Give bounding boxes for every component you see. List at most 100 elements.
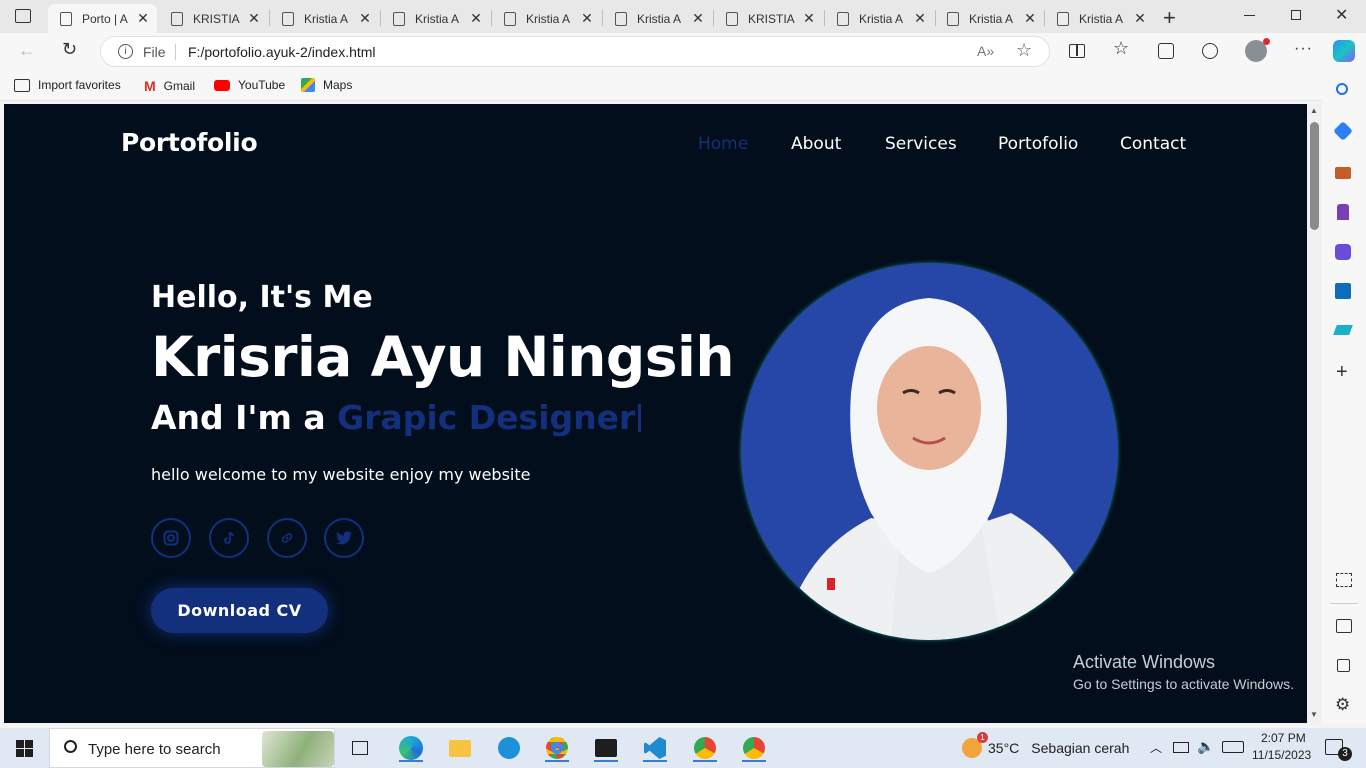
gmail-link[interactable]: M Gmail bbox=[144, 78, 195, 94]
import-favorites-label: Import favorites bbox=[38, 78, 121, 92]
gmail-icon: M bbox=[144, 78, 156, 94]
site-logo[interactable]: Portofolio bbox=[121, 128, 258, 157]
favorite-star-icon[interactable]: ☆ bbox=[1016, 40, 1032, 61]
tab-9[interactable]: Kristia A ✕ bbox=[1045, 4, 1154, 33]
tab-6[interactable]: KRISTIA ✕ bbox=[714, 4, 823, 33]
scroll-up-arrow[interactable]: ▲ bbox=[1310, 106, 1318, 115]
close-tab-icon[interactable]: ✕ bbox=[357, 10, 373, 27]
network-icon[interactable] bbox=[1173, 742, 1189, 753]
tiktok-link[interactable] bbox=[209, 518, 249, 558]
close-tab-icon[interactable]: ✕ bbox=[690, 10, 706, 27]
volume-muted-icon[interactable]: 🔈 bbox=[1197, 738, 1214, 755]
collections-icon[interactable] bbox=[1158, 43, 1174, 59]
search-icon[interactable] bbox=[1336, 83, 1348, 95]
close-tab-icon[interactable]: ✕ bbox=[468, 10, 484, 27]
tab-4[interactable]: Kristia A ✕ bbox=[492, 4, 601, 33]
instagram-link[interactable] bbox=[151, 518, 191, 558]
scroll-thumb[interactable] bbox=[1310, 122, 1319, 230]
nav-portofolio[interactable]: Portofolio bbox=[998, 134, 1078, 154]
close-tab-icon[interactable]: ✕ bbox=[912, 10, 928, 27]
scroll-down-arrow[interactable]: ▼ bbox=[1310, 710, 1318, 719]
screenshot-icon[interactable] bbox=[1336, 573, 1352, 587]
close-tab-icon[interactable]: ✕ bbox=[801, 10, 817, 27]
start-button[interactable] bbox=[16, 740, 33, 757]
download-cv-button[interactable]: Download CV bbox=[151, 588, 328, 633]
close-window-icon[interactable]: ✕ bbox=[1335, 5, 1348, 25]
settings-gear-icon[interactable]: ⚙ bbox=[1335, 695, 1350, 715]
performance-icon[interactable] bbox=[1202, 43, 1218, 59]
tray-chevron-icon[interactable]: ︿ bbox=[1150, 739, 1162, 756]
chrome-icon[interactable] bbox=[542, 734, 572, 762]
edge-sidebar: + ⚙ bbox=[1322, 70, 1366, 723]
games-icon[interactable] bbox=[1337, 204, 1349, 220]
copilot-icon[interactable] bbox=[1333, 40, 1355, 62]
outlook-icon[interactable] bbox=[1335, 283, 1351, 299]
info-icon[interactable]: i bbox=[118, 44, 133, 59]
more-options-icon[interactable]: ··· bbox=[1294, 40, 1313, 58]
weather-badge: 1 bbox=[977, 732, 988, 743]
tab-8[interactable]: Kristia A ✕ bbox=[935, 4, 1044, 33]
weather-widget[interactable]: 1 35°C Sebagian cerah bbox=[962, 732, 1129, 758]
twitter-link[interactable] bbox=[324, 518, 364, 558]
microsoft365-icon[interactable] bbox=[1335, 244, 1351, 260]
nav-contact[interactable]: Contact bbox=[1120, 134, 1186, 154]
terminal-icon[interactable] bbox=[591, 734, 621, 762]
close-tab-icon[interactable]: ✕ bbox=[1022, 10, 1038, 27]
import-favorites[interactable]: Import favorites bbox=[14, 78, 121, 92]
hero-role: And I'm a Grapic Designer bbox=[151, 398, 642, 437]
gmail-label: Gmail bbox=[163, 79, 196, 93]
tab-1[interactable]: KRISTIA ✕ bbox=[159, 4, 268, 33]
page-icon bbox=[504, 11, 516, 26]
close-tab-icon[interactable]: ✕ bbox=[135, 10, 151, 27]
maps-link[interactable]: Maps bbox=[301, 78, 352, 92]
file-explorer-icon[interactable] bbox=[445, 734, 475, 762]
taskbar-search[interactable]: Type here to search bbox=[49, 728, 335, 768]
nav-services[interactable]: Services bbox=[885, 134, 957, 154]
close-tab-icon[interactable]: ✕ bbox=[1132, 10, 1148, 27]
read-aloud-icon[interactable]: A» bbox=[977, 43, 994, 59]
youtube-link[interactable]: YouTube bbox=[214, 78, 285, 92]
tab-0[interactable]: Porto | A ✕ bbox=[48, 4, 157, 33]
chrome-icon-2[interactable] bbox=[739, 734, 769, 762]
nav-home[interactable]: Home bbox=[698, 134, 748, 154]
close-tab-icon[interactable]: ✕ bbox=[246, 10, 262, 27]
page-scrollbar[interactable]: ▲ ▼ bbox=[1307, 104, 1322, 723]
tab-title: KRISTIA bbox=[748, 11, 795, 26]
edge-taskbar-icon[interactable] bbox=[396, 734, 426, 762]
close-tab-icon[interactable]: ✕ bbox=[579, 10, 595, 27]
clock-date[interactable]: 11/15/2023 bbox=[1252, 748, 1311, 762]
nav-about[interactable]: About bbox=[791, 134, 841, 154]
tab-7[interactable]: Kristia A ✕ bbox=[825, 4, 934, 33]
split-screen-icon[interactable] bbox=[1069, 44, 1085, 58]
activate-windows-title: Activate Windows bbox=[1073, 652, 1216, 672]
url-text[interactable]: F:/portofolio.ayuk-2/index.html bbox=[188, 44, 376, 60]
back-icon[interactable]: ← bbox=[18, 40, 36, 61]
favorites-icon[interactable]: ☆ bbox=[1113, 38, 1129, 59]
edge-dev-icon[interactable] bbox=[494, 734, 524, 762]
tools-icon[interactable] bbox=[1335, 167, 1351, 179]
typing-cursor bbox=[638, 404, 642, 432]
task-view-icon[interactable] bbox=[345, 734, 375, 762]
hide-sidebar-icon[interactable] bbox=[1336, 619, 1352, 633]
new-tab-icon[interactable]: + bbox=[1163, 5, 1176, 31]
send-icon[interactable] bbox=[1333, 325, 1353, 335]
tab-title: Kristia A bbox=[859, 11, 904, 26]
chrome-profile-icon[interactable] bbox=[690, 734, 720, 762]
refresh-icon[interactable]: ↻ bbox=[62, 39, 77, 60]
tab-title: KRISTIA bbox=[193, 11, 240, 26]
clock-time[interactable]: 2:07 PM bbox=[1261, 731, 1306, 745]
website-link[interactable] bbox=[267, 518, 307, 558]
external-open-icon[interactable] bbox=[1337, 659, 1350, 672]
address-bar[interactable]: i File F:/portofolio.ayuk-2/index.html A… bbox=[100, 36, 1050, 67]
shopping-icon[interactable] bbox=[1333, 121, 1353, 141]
restore-icon[interactable] bbox=[1291, 10, 1301, 20]
vscode-icon[interactable] bbox=[640, 734, 670, 762]
keyboard-icon[interactable] bbox=[1222, 741, 1244, 753]
profile-avatar[interactable] bbox=[1245, 38, 1270, 62]
tab-5[interactable]: Kristia A ✕ bbox=[603, 4, 712, 33]
tab-actions-icon[interactable] bbox=[15, 9, 31, 23]
tab-3[interactable]: Kristia A ✕ bbox=[381, 4, 490, 33]
tab-2[interactable]: Kristia A ✕ bbox=[270, 4, 379, 33]
minimize-icon[interactable] bbox=[1244, 15, 1255, 16]
add-icon[interactable]: + bbox=[1336, 361, 1348, 384]
